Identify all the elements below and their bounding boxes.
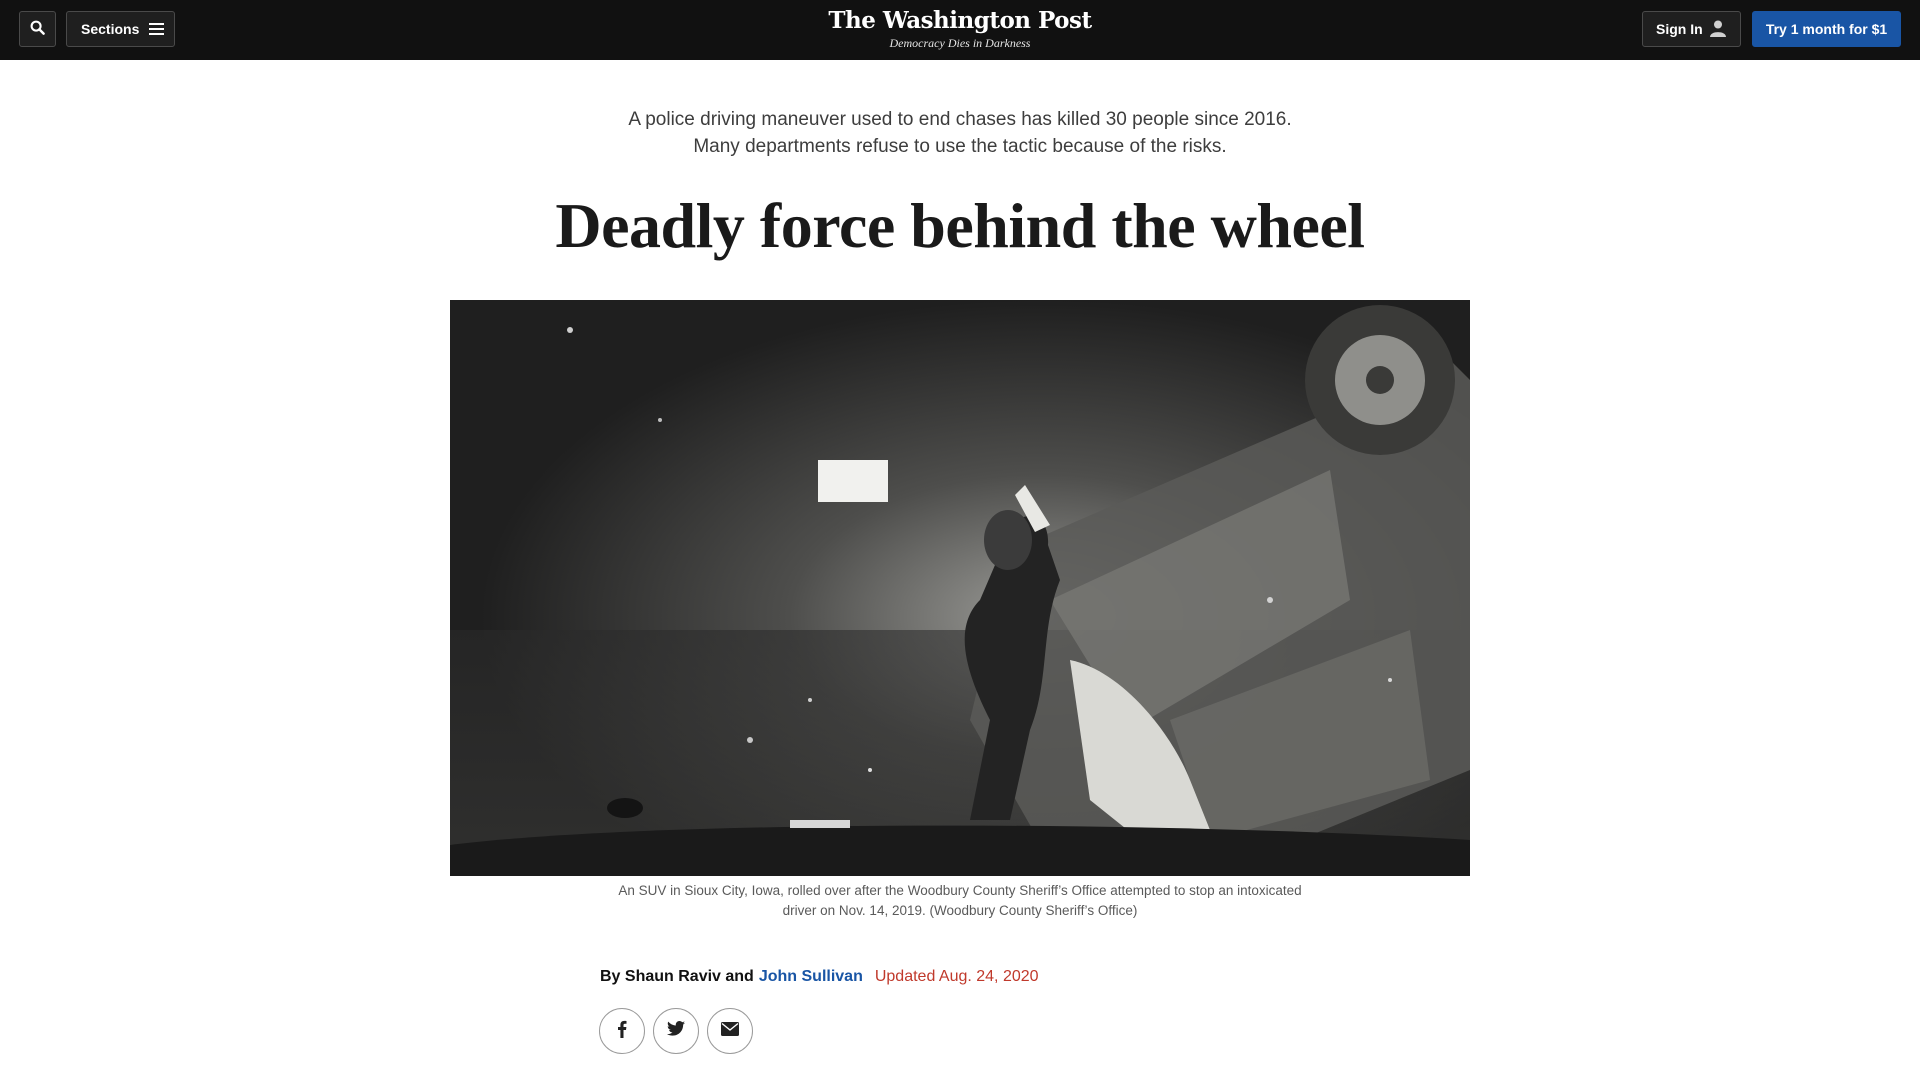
- article-dek: A police driving maneuver used to end ch…: [560, 106, 1360, 160]
- user-icon: [1709, 19, 1727, 40]
- article-headline: Deadly force behind the wheel: [555, 190, 1365, 261]
- search-button[interactable]: [19, 11, 56, 47]
- byline: By Shaun Raviv and John Sullivan Updated…: [600, 966, 1039, 988]
- masthead: The Washington Post: [828, 7, 1092, 34]
- share-email-button[interactable]: [707, 1008, 753, 1054]
- dek-line: A police driving maneuver used to end ch…: [628, 109, 1292, 130]
- tagline: Democracy Dies in Darkness: [889, 36, 1031, 50]
- email-icon: [721, 1021, 739, 1041]
- caption-line: driver on Nov. 14, 2019. (Woodbury Count…: [782, 903, 1138, 918]
- subscribe-trial-button[interactable]: Try 1 month for $1: [1752, 11, 1901, 47]
- caption-line: An SUV in Sioux City, Iowa, rolled over …: [618, 883, 1302, 898]
- sign-in-label: Sign In: [1656, 21, 1703, 37]
- facebook-icon: [617, 1020, 627, 1043]
- share-facebook-button[interactable]: [599, 1008, 645, 1054]
- brand-logo[interactable]: The Washington Post Democracy Dies in Da…: [760, 6, 1160, 50]
- top-navigation-bar: Sections The Washington Post Democracy D…: [0, 0, 1920, 60]
- sign-in-button[interactable]: Sign In: [1642, 11, 1741, 47]
- updated-timestamp: Updated Aug. 24, 2020: [874, 968, 1039, 985]
- search-icon: [30, 20, 45, 38]
- hamburger-icon: [149, 23, 165, 35]
- share-twitter-button[interactable]: [653, 1008, 699, 1054]
- byline-authors: By Shaun Raviv and: [600, 968, 754, 985]
- sections-label: Sections: [81, 21, 140, 37]
- photo-caption: An SUV in Sioux City, Iowa, rolled over …: [600, 881, 1320, 921]
- dek-line: Many departments refuse to use the tacti…: [693, 136, 1227, 157]
- hero-photo: [450, 300, 1470, 876]
- author-link-john-sullivan[interactable]: John Sullivan: [759, 968, 863, 986]
- sections-button[interactable]: Sections: [66, 11, 175, 47]
- twitter-icon: [667, 1021, 685, 1041]
- dashcam-photo-illustration: [450, 300, 1470, 876]
